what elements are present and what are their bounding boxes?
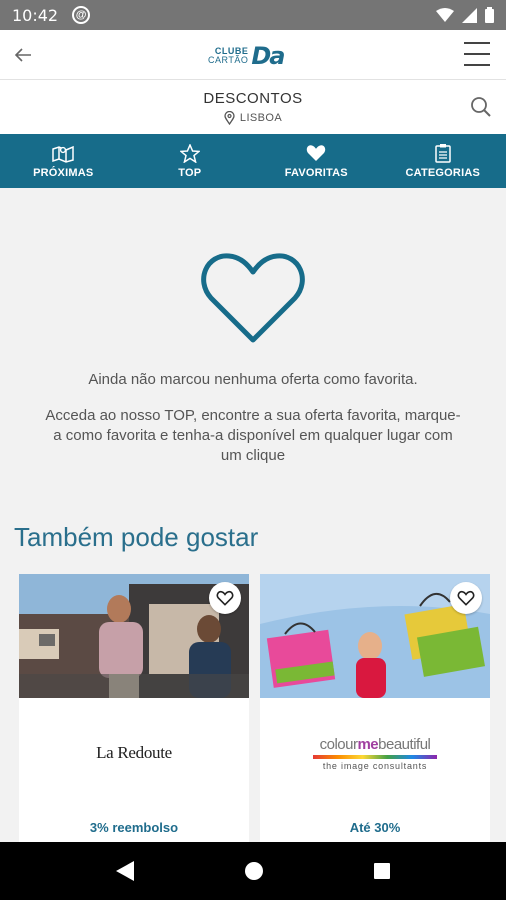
empty-description: Acceda ao nosso TOP, encontre a sua ofer… (45, 407, 461, 464)
heart-outline-icon (201, 253, 305, 343)
star-icon (179, 143, 200, 163)
brand-name: La Redoute (96, 743, 172, 762)
battery-icon (485, 7, 494, 23)
offer-image (260, 574, 490, 698)
signal-icon (462, 7, 477, 23)
offer-card[interactable]: colourmebeautiful the image consultants … (260, 574, 490, 844)
tab-label: TOP (178, 167, 202, 179)
app-bar: CLUBE CARTÃO Da (0, 30, 506, 80)
heart-icon (457, 590, 475, 606)
app-logo: CLUBE CARTÃO Da (208, 42, 285, 70)
brand-logo: colourmebeautiful the image consultants (260, 698, 490, 808)
location-pin-icon (224, 111, 235, 125)
tab-proximas[interactable]: PRÓXIMAS (0, 134, 127, 188)
offer-value: Até 30% (349, 820, 401, 835)
offer-card[interactable]: La Redoute 3% reembolso (19, 574, 249, 844)
clipboard-icon (435, 144, 451, 163)
back-button[interactable] (10, 42, 36, 68)
heart-icon (216, 590, 234, 606)
at-sign-icon: @ (72, 6, 91, 24)
status-time: 10:42 (12, 5, 59, 25)
heart-icon (307, 145, 326, 161)
brand-name: colourmebeautiful (319, 735, 431, 753)
logo-mark: Da (251, 42, 285, 70)
logo-line2: CARTÃO (208, 55, 249, 65)
recents-square-icon[interactable] (373, 862, 391, 880)
brand-color-bar (313, 754, 437, 759)
tab-bar: PRÓXIMAS TOP FAVORITAS CATEGORIAS (0, 134, 506, 188)
system-nav-bar (0, 842, 506, 900)
offer-value: 3% reembolso (89, 820, 179, 835)
search-button[interactable] (470, 96, 492, 118)
offer-image (19, 574, 249, 698)
home-circle-icon[interactable] (244, 861, 264, 881)
tab-categorias[interactable]: CATEGORIAS (380, 134, 506, 188)
hamburger-icon[interactable] (464, 42, 490, 66)
wifi-icon (436, 8, 454, 22)
tab-top[interactable]: TOP (127, 134, 254, 188)
back-triangle-icon[interactable] (115, 860, 135, 882)
status-bar: 10:42 @ (0, 0, 506, 30)
location-selector[interactable]: LISBOA (0, 111, 506, 125)
brand-logo: La Redoute (19, 698, 249, 808)
location-label: LISBOA (239, 112, 283, 124)
recommendations-title: Também pode gostar (14, 522, 259, 552)
brand-tagline: the image consultants (322, 760, 428, 771)
favorite-button[interactable] (209, 582, 241, 614)
tab-label: CATEGORIAS (405, 167, 481, 179)
search-icon (471, 97, 491, 117)
map-icon (52, 145, 74, 163)
section-header: DESCONTOS LISBOA (0, 80, 506, 134)
empty-message: Ainda não marcou nenhuma oferta como fav… (88, 371, 418, 388)
page-title: DESCONTOS (203, 90, 303, 107)
status-icons (436, 7, 494, 23)
tab-label: PRÓXIMAS (33, 167, 94, 179)
favorite-button[interactable] (450, 582, 482, 614)
tab-favoritas[interactable]: FAVORITAS (253, 134, 380, 188)
tab-label: FAVORITAS (284, 167, 348, 179)
empty-state: Ainda não marcou nenhuma oferta como fav… (0, 240, 506, 466)
arrow-left-icon (14, 48, 31, 62)
